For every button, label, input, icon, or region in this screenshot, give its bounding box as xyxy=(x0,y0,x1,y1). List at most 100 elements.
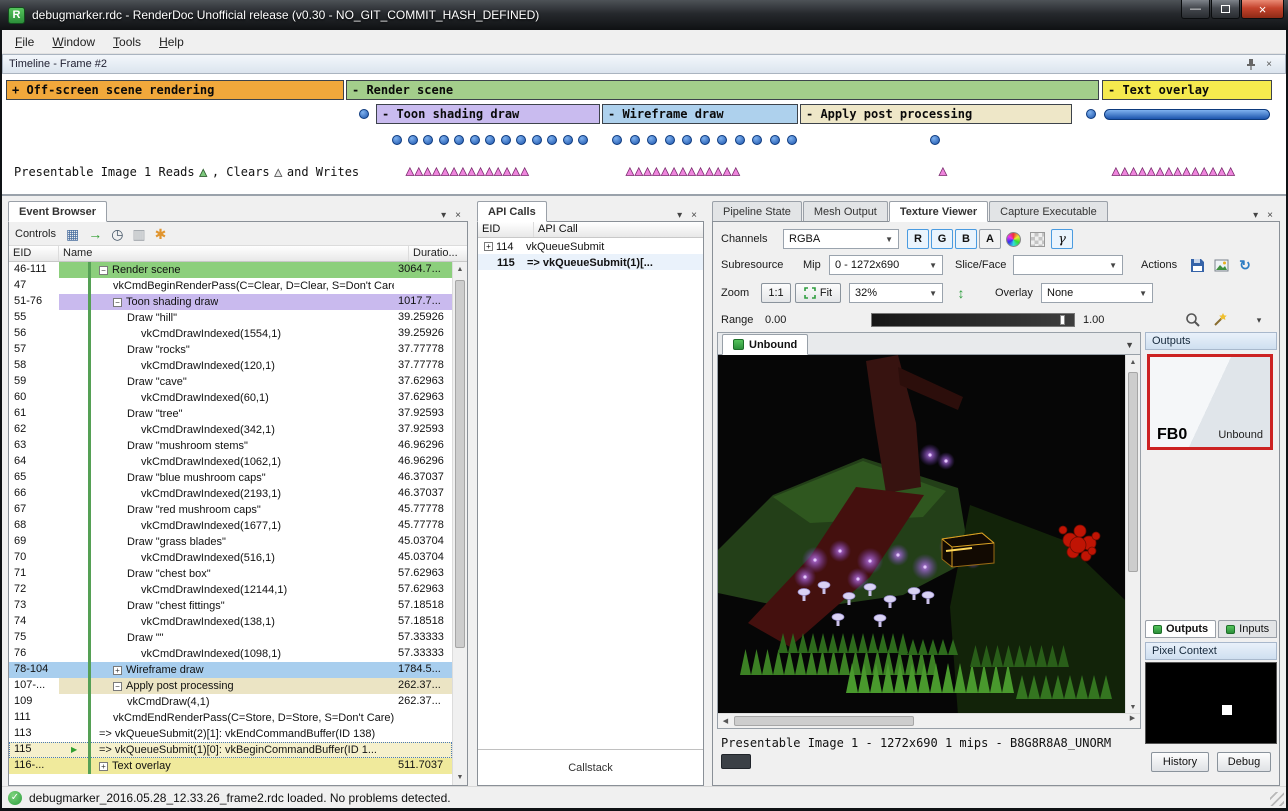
debug-button[interactable]: Debug xyxy=(1217,752,1271,772)
event-dot[interactable] xyxy=(630,135,640,145)
event-dot[interactable] xyxy=(752,135,762,145)
column-name[interactable]: Name xyxy=(59,246,409,261)
tab-mesh-output[interactable]: Mesh Output xyxy=(803,201,888,221)
event-row[interactable]: 57Draw "rocks"37.77778 xyxy=(9,342,452,358)
event-row[interactable]: 60vkCmdDrawIndexed(60,1)37.62963 xyxy=(9,390,452,406)
column-eid[interactable]: EID xyxy=(9,246,59,261)
event-row[interactable]: 72vkCmdDrawIndexed(12144,1)57.62963 xyxy=(9,582,452,598)
scrollbar-thumb[interactable] xyxy=(1128,372,1138,572)
texture-tab-unbound[interactable]: Unbound xyxy=(722,334,808,355)
channel-b-toggle[interactable]: B xyxy=(955,229,977,249)
zoom-select[interactable]: 32% ▼ xyxy=(849,283,943,303)
event-dot[interactable] xyxy=(408,135,418,145)
event-row[interactable]: 113=> vkQueueSubmit(2)[1]: vkEndCommandB… xyxy=(9,726,452,742)
panel-close-icon[interactable]: × xyxy=(691,210,697,221)
tab-pipeline-state[interactable]: Pipeline State xyxy=(712,201,802,221)
browse-icon[interactable]: ▦ xyxy=(66,226,79,242)
alpha-background-button[interactable] xyxy=(1027,229,1047,249)
menu-item-file[interactable]: File xyxy=(6,31,43,53)
event-row[interactable]: 67Draw "red mushroom caps"45.77778 xyxy=(9,502,452,518)
event-row[interactable]: 65Draw "blue mushroom caps"46.37037 xyxy=(9,470,452,486)
timeline-content[interactable]: + Off-screen scene rendering- Render sce… xyxy=(2,74,1286,196)
panel-menu-icon[interactable]: ▾ xyxy=(1253,210,1258,221)
goto-event-icon[interactable]: → xyxy=(88,226,102,242)
event-row[interactable]: 111vkCmdEndRenderPass(C=Store, D=Store, … xyxy=(9,710,452,726)
expand-icon[interactable]: + xyxy=(99,762,108,771)
timeline-bar[interactable]: - Wireframe draw xyxy=(602,104,798,124)
event-dot[interactable] xyxy=(665,135,675,145)
close-button[interactable]: × xyxy=(1241,0,1284,19)
tab-api-calls[interactable]: API Calls xyxy=(477,201,547,222)
event-dot[interactable] xyxy=(359,109,369,119)
range-options-button[interactable]: ▾ xyxy=(1249,310,1269,330)
color-wheel-button[interactable] xyxy=(1003,229,1023,249)
event-row[interactable]: 75Draw ""57.33333 xyxy=(9,630,452,646)
timeline-bar[interactable]: - Toon shading draw xyxy=(376,104,600,124)
event-row[interactable]: 63Draw "mushroom stems"46.96296 xyxy=(9,438,452,454)
overlay-select[interactable]: None ▼ xyxy=(1041,283,1153,303)
event-row[interactable]: 76vkCmdDrawIndexed(1098,1)57.33333 xyxy=(9,646,452,662)
expand-icon[interactable]: + xyxy=(484,242,493,251)
event-dot[interactable] xyxy=(770,135,780,145)
event-dot[interactable] xyxy=(647,135,657,145)
texture-vscrollbar[interactable]: ▲ ▼ xyxy=(1125,355,1140,715)
event-dot[interactable] xyxy=(501,135,511,145)
event-row[interactable]: 66vkCmdDrawIndexed(2193,1)46.37037 xyxy=(9,486,452,502)
timeline-bar[interactable]: + Off-screen scene rendering xyxy=(6,80,344,100)
texture-hscrollbar[interactable]: ◀ ▶ xyxy=(718,713,1140,728)
event-dot[interactable] xyxy=(485,135,495,145)
tab-outputs[interactable]: Outputs xyxy=(1145,620,1216,638)
resize-grip[interactable] xyxy=(1270,792,1284,806)
callstack-section[interactable]: Callstack xyxy=(478,749,703,785)
event-dot[interactable] xyxy=(423,135,433,145)
gamma-button[interactable]: γ xyxy=(1051,229,1073,249)
minimize-button[interactable]: — xyxy=(1181,0,1210,19)
flip-y-button[interactable]: ↕ xyxy=(951,283,971,303)
bookmark-icon[interactable]: ✱ xyxy=(155,226,167,242)
timeline-bar[interactable]: - Render scene xyxy=(346,80,1099,100)
column-duration[interactable]: Duratio... xyxy=(409,246,467,261)
collapse-icon[interactable]: − xyxy=(113,682,122,691)
event-row[interactable]: 61Draw "tree"37.92593 xyxy=(9,406,452,422)
tab-capture-executable[interactable]: Capture Executable xyxy=(989,201,1108,221)
texture-viewport[interactable] xyxy=(718,355,1125,715)
timeline-bar[interactable]: - Text overlay xyxy=(1102,80,1272,100)
texture-image[interactable] xyxy=(718,355,1125,715)
api-call-row[interactable]: 115=> vkQueueSubmit(1)[... xyxy=(478,254,703,270)
event-dot[interactable] xyxy=(930,135,940,145)
event-row[interactable]: 58vkCmdDrawIndexed(120,1)37.77778 xyxy=(9,358,452,374)
event-row[interactable]: 107-...−Apply post processing262.37... xyxy=(9,678,452,694)
event-dot[interactable] xyxy=(717,135,727,145)
event-row[interactable]: 73Draw "chest fittings"57.18518 xyxy=(9,598,452,614)
column-eid[interactable]: EID xyxy=(478,222,534,237)
pin-icon[interactable] xyxy=(1246,58,1256,70)
zoom-range-button[interactable] xyxy=(1183,310,1203,330)
event-dot[interactable] xyxy=(735,135,745,145)
autofit-button[interactable] xyxy=(1210,310,1230,330)
event-row[interactable]: 68vkCmdDrawIndexed(1677,1)45.77778 xyxy=(9,518,452,534)
event-dot[interactable] xyxy=(682,135,692,145)
event-dot[interactable] xyxy=(563,135,573,145)
range-slider[interactable] xyxy=(871,313,1075,327)
api-call-row[interactable]: +114vkQueueSubmit xyxy=(478,238,703,254)
menu-item-help[interactable]: Help xyxy=(150,31,193,53)
timeline-close-icon[interactable]: × xyxy=(1266,59,1272,70)
event-row[interactable]: 47vkCmdBeginRenderPass(C=Clear, D=Clear,… xyxy=(9,278,452,294)
tab-inputs[interactable]: Inputs xyxy=(1218,620,1277,638)
event-browser-scrollbar[interactable]: ▲ ▼ xyxy=(452,262,467,785)
event-row[interactable]: 64vkCmdDrawIndexed(1062,1)46.96296 xyxy=(9,454,452,470)
event-dot[interactable] xyxy=(612,135,622,145)
event-dot[interactable] xyxy=(700,135,710,145)
scroll-left-icon[interactable]: ◀ xyxy=(718,714,733,728)
column-api-call[interactable]: API Call xyxy=(534,222,703,237)
timeline-header[interactable]: Timeline - Frame #2 × xyxy=(2,54,1286,74)
open-resource-button[interactable] xyxy=(1211,255,1231,275)
zoom-1to1-button[interactable]: 1:1 xyxy=(761,283,791,303)
channel-a-toggle[interactable]: A xyxy=(979,229,1001,249)
event-dot[interactable] xyxy=(454,135,464,145)
collapse-icon[interactable]: − xyxy=(113,298,122,307)
time-draws-icon[interactable]: ◷ xyxy=(111,226,123,242)
panel-menu-icon[interactable]: ▾ xyxy=(441,210,446,221)
refresh-button[interactable]: ↻ xyxy=(1235,255,1255,275)
history-button[interactable]: History xyxy=(1151,752,1209,772)
